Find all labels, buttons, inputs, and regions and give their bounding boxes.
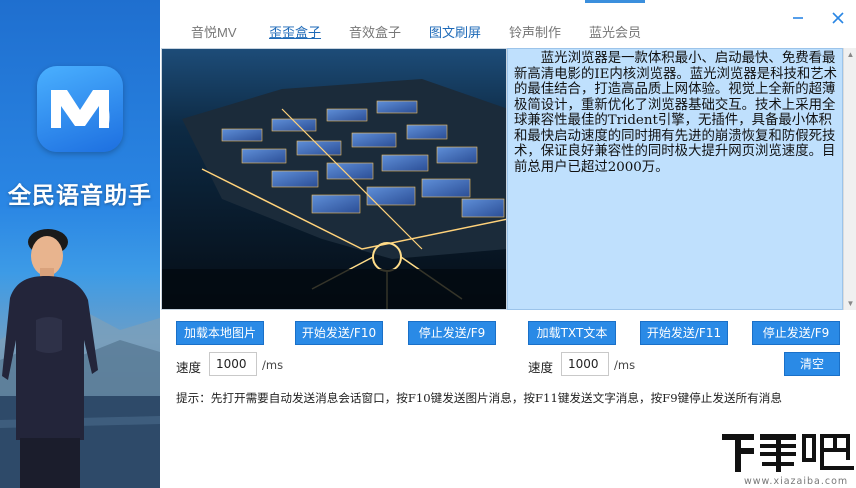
close-icon[interactable] — [828, 8, 848, 28]
m-logo-icon — [37, 66, 123, 152]
image-speed-label: 速度 — [176, 360, 202, 375]
stop-send-image-button[interactable]: 停止发送/F9 — [408, 321, 496, 345]
preview-image — [161, 48, 507, 310]
watermark-site: www.xiazaiba.com — [744, 476, 849, 487]
text-speed-input[interactable]: 1000 — [561, 352, 609, 376]
hint-text: 提示：先打开需要自动发送消息会话窗口，按F10键发送图片消息，按F11键发送文字… — [176, 391, 782, 405]
image-speed-input[interactable]: 1000 — [209, 352, 257, 376]
scroll-down-arrow-icon[interactable]: ▼ — [844, 297, 856, 310]
active-tab-indicator — [585, 0, 645, 3]
tab-bar: 音悦MV 歪歪盒子 音效盒子 图文刷屏 铃声制作 蓝光会员 — [160, 0, 856, 48]
text-speed-label: 速度 — [528, 360, 554, 375]
sidebar: 全民语音助手 — [0, 0, 160, 488]
load-image-button[interactable]: 加载本地图片 — [176, 321, 264, 345]
image-speed-unit: /ms — [262, 358, 284, 372]
start-send-image-button[interactable]: 开始发送/F10 — [295, 321, 383, 345]
tab-sound-effects[interactable]: 音效盒子 — [349, 22, 401, 44]
tab-music-mv[interactable]: 音悦MV — [191, 22, 237, 44]
minimize-icon[interactable] — [788, 8, 808, 28]
load-txt-button[interactable]: 加载TXT文本 — [528, 321, 616, 345]
app-name: 全民语音助手 — [8, 182, 152, 208]
tab-vip[interactable]: 蓝光会员 — [589, 22, 641, 44]
stop-send-text-button[interactable]: 停止发送/F9 — [752, 321, 840, 345]
message-text-area[interactable]: 蓝光浏览器是一款体积最小、启动最快、免费看最新高清电影的IE内核浏览器。蓝光浏览… — [507, 48, 843, 310]
text-speed-unit: /ms — [614, 358, 636, 372]
clear-button[interactable]: 清空 — [784, 352, 840, 376]
person-photo — [2, 229, 98, 488]
tab-yy-box[interactable]: 歪歪盒子 — [269, 22, 321, 44]
scroll-up-arrow-icon[interactable]: ▲ — [844, 48, 856, 61]
tab-ringtone[interactable]: 铃声制作 — [509, 22, 561, 44]
text-scrollbar[interactable]: ▲ ▼ — [843, 48, 856, 310]
tab-image-text-spam[interactable]: 图文刷屏 — [429, 22, 481, 44]
start-send-text-button[interactable]: 开始发送/F11 — [640, 321, 728, 345]
